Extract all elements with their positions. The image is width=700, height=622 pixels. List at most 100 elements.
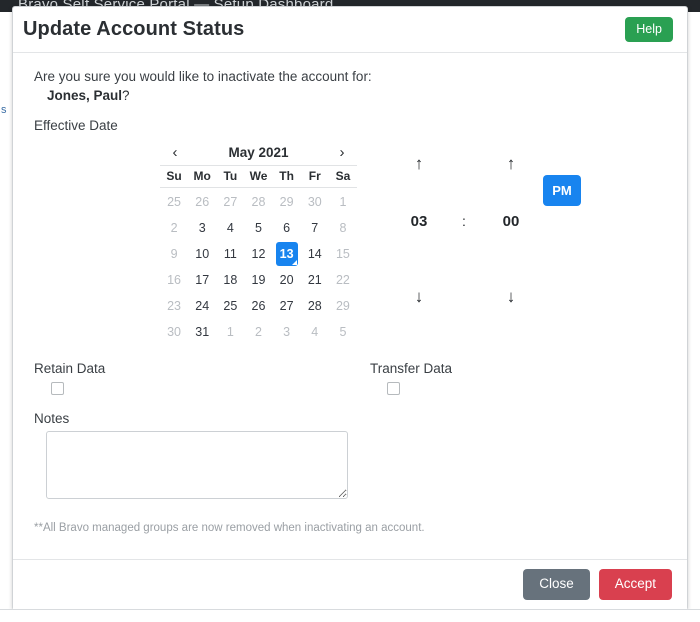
retain-data-group: Retain Data (34, 361, 105, 395)
calendar-day-10[interactable]: 10 (188, 242, 216, 266)
calendar-dow-sa: Sa (335, 169, 351, 183)
calendar-day-11[interactable]: 11 (216, 242, 244, 266)
calendar-day-2[interactable]: 2 (160, 216, 188, 240)
calendar-day-28[interactable]: 28 (301, 294, 329, 318)
calendar-day-6[interactable]: 6 (273, 216, 301, 240)
separator-spacer-top (450, 155, 478, 175)
calendar-day-27[interactable]: 27 (273, 294, 301, 318)
calendar-day-21[interactable]: 21 (301, 268, 329, 292)
notes-group: Notes (25, 411, 675, 504)
time-picker-minute-column: ↑ 00 ↓ (484, 147, 538, 308)
retain-data-label: Retain Data (34, 361, 106, 376)
transfer-data-group: Transfer Data (370, 361, 452, 395)
retain-data-checkbox[interactable] (51, 382, 64, 395)
confirmation-question: Are you sure you would like to inactivat… (34, 69, 372, 84)
calendar-day-8[interactable]: 8 (329, 216, 357, 240)
transfer-data-checkbox[interactable] (387, 382, 400, 395)
calendar-day-9[interactable]: 9 (160, 242, 188, 266)
calendar-week-row: 2345678 (160, 216, 357, 240)
time-picker: ↑ 03 ↓ : ↑ 00 ↓ PM (380, 147, 590, 307)
calendar-day-16[interactable]: 16 (160, 268, 188, 292)
calendar-day-30[interactable]: 30 (301, 190, 329, 214)
dialog-header: Update Account Status Help (13, 7, 687, 53)
calendar-day-3[interactable]: 3 (273, 320, 301, 344)
calendar-day-26[interactable]: 26 (188, 190, 216, 214)
dialog-footnote: **All Bravo managed groups are now remov… (34, 522, 425, 534)
calendar-week-row: 16 17 18 19 20 21 22 (160, 268, 357, 292)
calendar-week-row: 25 26 27 28 29 30 1 (160, 190, 357, 214)
calendar-weeks: 25 26 27 28 29 30 1 2 3 4 5 6 7 8 9 10 11 12 13 14 15 16 17 18 1… (160, 190, 357, 344)
calendar-day-25[interactable]: 25 (216, 294, 244, 318)
calendar-day-5[interactable]: 5 (244, 216, 272, 240)
calendar-day-15[interactable]: 15 (329, 242, 357, 266)
calendar-dow-mo: Mo (193, 169, 211, 183)
time-picker-meridiem-column: PM (538, 147, 586, 206)
options-row: Retain Data Transfer Data (25, 361, 675, 407)
time-separator: : (462, 213, 466, 229)
calendar-day-18[interactable]: 18 (216, 268, 244, 292)
minute-decrement-arrow-down-icon[interactable]: ↓ (484, 288, 538, 308)
chevron-left-icon[interactable]: ‹ (164, 145, 186, 160)
close-button[interactable]: Close (523, 569, 590, 600)
calendar-day-20[interactable]: 20 (273, 268, 301, 292)
hour-decrement-arrow-down-icon[interactable]: ↓ (392, 288, 446, 308)
calendar-day-28[interactable]: 28 (244, 190, 272, 214)
time-separator-column: : (450, 147, 478, 229)
calendar-day-29[interactable]: 29 (273, 190, 301, 214)
calendar-day-5[interactable]: 5 (329, 320, 357, 344)
hour-increment-arrow-up-icon[interactable]: ↑ (392, 155, 446, 175)
dialog-body: Are you sure you would like to inactivat… (13, 53, 687, 559)
accept-button[interactable]: Accept (598, 569, 672, 600)
calendar-week-row: 23 24 25 26 27 28 29 (160, 294, 357, 318)
calendar-day-1[interactable]: 1 (216, 320, 244, 344)
date-picker-calendar: ‹ May 2021 › Su Mo Tu We Th Fr Sa 25 26 27 28 29 30… (160, 139, 357, 344)
account-name-suffix: ? (122, 88, 130, 103)
dialog-footer: Close Accept (13, 559, 687, 609)
calendar-day-23[interactable]: 23 (160, 294, 188, 318)
calendar-day-26[interactable]: 26 (244, 294, 272, 318)
effective-date-label: Effective Date (34, 118, 118, 133)
background-side-text: s (1, 104, 7, 116)
calendar-day-4[interactable]: 4 (216, 216, 244, 240)
date-time-picker-row: ‹ May 2021 › Su Mo Tu We Th Fr Sa 25 26 27 28 29 30… (25, 139, 675, 355)
help-button[interactable]: Help (625, 16, 673, 43)
calendar-day-25[interactable]: 25 (160, 190, 188, 214)
calendar-day-27[interactable]: 27 (216, 190, 244, 214)
calendar-header: ‹ May 2021 › (160, 139, 357, 165)
notes-input[interactable] (46, 431, 348, 499)
calendar-day-22[interactable]: 22 (329, 268, 357, 292)
transfer-data-label: Transfer Data (370, 361, 453, 376)
calendar-day-7[interactable]: 7 (301, 216, 329, 240)
calendar-day-12[interactable]: 12 (244, 242, 272, 266)
calendar-day-19[interactable]: 19 (244, 268, 272, 292)
account-name: Jones, Paul (47, 88, 123, 103)
page-bottom-strip (0, 609, 700, 622)
minute-increment-arrow-up-icon[interactable]: ↑ (484, 155, 538, 175)
calendar-day-1[interactable]: 1 (329, 190, 357, 214)
calendar-week-row: 30 31 1 2 3 4 5 (160, 320, 357, 344)
calendar-day-3[interactable]: 3 (188, 216, 216, 240)
calendar-day-13-selected[interactable]: 13 (275, 242, 298, 266)
calendar-dow-we: We (249, 169, 268, 183)
calendar-day-2[interactable]: 2 (244, 320, 272, 344)
meridiem-toggle-button[interactable]: PM (543, 175, 581, 206)
calendar-dow-th: Th (279, 169, 294, 183)
notes-label: Notes (34, 411, 70, 426)
hour-value[interactable]: 03 (392, 213, 446, 230)
account-name-line: Jones, Paul? (47, 88, 675, 103)
calendar-day-17[interactable]: 17 (188, 268, 216, 292)
calendar-day-31[interactable]: 31 (188, 320, 216, 344)
calendar-day-4[interactable]: 4 (301, 320, 329, 344)
calendar-day-29[interactable]: 29 (329, 294, 357, 318)
calendar-day-24[interactable]: 24 (188, 294, 216, 318)
calendar-dow-fr: Fr (308, 169, 321, 183)
calendar-day-30[interactable]: 30 (160, 320, 188, 344)
calendar-month-label[interactable]: May 2021 (228, 145, 288, 160)
dialog-title: Update Account Status (23, 18, 245, 40)
calendar-day-14[interactable]: 14 (301, 242, 329, 266)
calendar-dow-su: Su (166, 169, 182, 183)
minute-value[interactable]: 00 (484, 213, 538, 230)
chevron-right-icon[interactable]: › (331, 145, 353, 160)
calendar-dow-tu: Tu (223, 169, 238, 183)
time-picker-hour-column: ↑ 03 ↓ (392, 147, 446, 308)
